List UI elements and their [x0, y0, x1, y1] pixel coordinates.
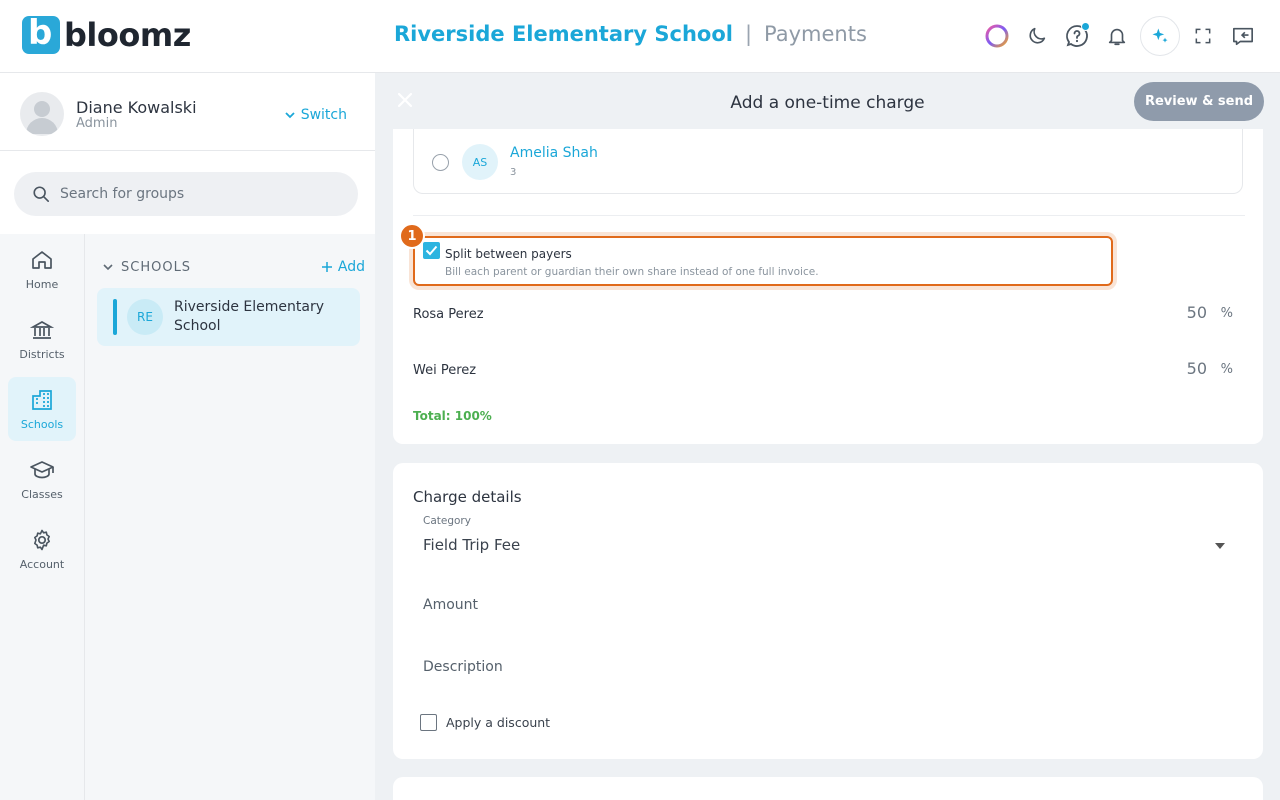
school-list-item[interactable]: RE Riverside Elementary School: [97, 288, 360, 346]
discount-label: Apply a discount: [446, 715, 551, 730]
search-box: [14, 172, 358, 216]
split-subtitle: Bill each parent or guardian their own s…: [445, 266, 819, 278]
chevron-down-icon: [285, 112, 295, 119]
school-initials: RE: [127, 299, 163, 335]
bell-icon[interactable]: [1100, 16, 1134, 56]
split-between-payers-option[interactable]: Split between payers Bill each parent or…: [413, 236, 1113, 286]
user-role: Admin: [76, 116, 118, 131]
payer-percent-input[interactable]: 50: [1187, 303, 1207, 322]
split-title: Split between payers: [445, 247, 572, 261]
groups-header: SCHOOLS Add: [103, 259, 365, 275]
help-chat-icon[interactable]: [1060, 16, 1094, 56]
rail-label-classes: Classes: [21, 487, 63, 501]
next-section-card: [393, 777, 1263, 800]
selected-indicator: [113, 299, 117, 335]
user-panel: Diane Kowalski Admin Switch: [0, 74, 375, 151]
rail-item-home[interactable]: Home: [8, 237, 76, 301]
schools-heading: SCHOOLS: [121, 259, 192, 275]
check-icon: [425, 245, 438, 256]
description-field[interactable]: Description: [423, 659, 503, 675]
recipients-card: AS Amelia Shah 3 Split between payers Bi…: [393, 129, 1263, 444]
color-ring-icon[interactable]: [980, 16, 1014, 56]
student-name: Amelia Shah: [510, 145, 598, 161]
collapse-panel-icon[interactable]: [1226, 16, 1260, 56]
group-search-area: [0, 151, 375, 234]
divider: [413, 215, 1245, 216]
notification-dot: [1081, 22, 1090, 31]
chevron-down-icon: [103, 264, 113, 271]
fullscreen-icon[interactable]: [1186, 16, 1220, 56]
charge-details-title: Charge details: [413, 488, 522, 506]
logo-text: bloomz: [64, 16, 191, 54]
student-option[interactable]: AS Amelia Shah 3: [413, 129, 1243, 194]
user-name: Diane Kowalski: [76, 98, 197, 117]
home-icon: [32, 250, 52, 269]
rail-label-districts: Districts: [19, 347, 65, 361]
step-marker: 1: [399, 223, 425, 249]
discount-checkbox[interactable]: [420, 714, 437, 731]
graduation-cap-icon: [30, 460, 54, 478]
search-input[interactable]: [60, 186, 340, 202]
top-header: b bloomz Riverside Elementary School | P…: [0, 0, 1280, 73]
header-toolbar: [980, 16, 1260, 56]
logo-letter: b: [28, 13, 53, 53]
main-content: Add a one-time charge Review & send AS A…: [375, 73, 1280, 800]
payer-row: Wei Perez 50 %: [413, 357, 1243, 387]
rail-label-schools: Schools: [20, 417, 64, 431]
logo-mark: b: [22, 13, 60, 54]
review-send-button[interactable]: Review & send: [1134, 82, 1264, 121]
charge-details-card: Charge details Category Field Trip Fee A…: [393, 463, 1263, 759]
payer-row: Rosa Perez 50 %: [413, 301, 1243, 331]
avatar[interactable]: [20, 92, 64, 136]
moon-icon[interactable]: [1020, 16, 1054, 56]
apply-discount-option[interactable]: Apply a discount: [420, 714, 550, 731]
page-title: Riverside Elementary School | Payments: [394, 22, 867, 46]
header-school-name: Riverside Elementary School: [394, 22, 733, 46]
split-checkbox[interactable]: [423, 242, 440, 259]
student-initials: AS: [462, 144, 498, 180]
dialog-header: Add a one-time charge Review & send: [375, 73, 1280, 129]
rail-label-account: Account: [19, 557, 65, 571]
rail-item-account[interactable]: Account: [8, 517, 76, 581]
student-radio[interactable]: [432, 154, 449, 171]
building-icon: [32, 389, 52, 410]
percent-sign: %: [1220, 306, 1233, 321]
percent-sign: %: [1220, 362, 1233, 377]
search-icon: [33, 186, 50, 203]
category-label: Category: [423, 515, 471, 527]
schools-section-toggle[interactable]: SCHOOLS: [103, 260, 191, 275]
nav-rail: Home Districts Schools Classes Account: [0, 234, 85, 800]
category-select[interactable]: Field Trip Fee: [423, 536, 520, 554]
payer-percent-input[interactable]: 50: [1187, 359, 1207, 378]
plus-icon: [321, 262, 332, 272]
payer-name: Rosa Perez: [413, 307, 484, 322]
sparkle-ai-icon[interactable]: [1140, 16, 1180, 56]
add-label: Add: [337, 259, 365, 275]
dropdown-caret-icon[interactable]: [1215, 543, 1225, 549]
school-item-name: Riverside Elementary School: [174, 299, 324, 334]
header-section-name: Payments: [764, 22, 867, 46]
add-school-button[interactable]: Add: [321, 259, 365, 275]
rail-item-districts[interactable]: Districts: [8, 307, 76, 371]
bank-icon: [30, 320, 54, 339]
rail-item-schools[interactable]: Schools: [8, 377, 76, 441]
bloomz-logo[interactable]: b bloomz: [22, 13, 191, 54]
student-grade: 3: [510, 167, 517, 178]
rail-item-classes[interactable]: Classes: [8, 447, 76, 511]
payer-name: Wei Perez: [413, 363, 477, 378]
switch-button[interactable]: Switch: [285, 107, 347, 123]
gear-icon: [34, 529, 50, 550]
split-total: Total: 100%: [413, 409, 492, 423]
amount-field[interactable]: Amount: [423, 597, 478, 613]
groups-panel: SCHOOLS Add RE Riverside Elementary Scho…: [85, 234, 375, 800]
switch-label: Switch: [300, 107, 347, 123]
title-separator: |: [744, 22, 753, 46]
rail-label-home: Home: [25, 277, 59, 291]
